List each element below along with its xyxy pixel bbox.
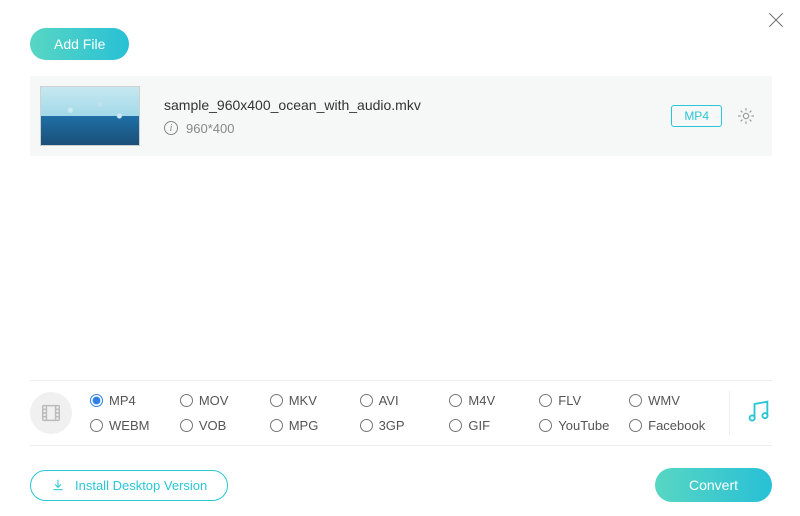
format-radio[interactable] <box>449 394 462 407</box>
audio-mode-button[interactable] <box>744 397 772 430</box>
convert-label: Convert <box>689 477 738 493</box>
format-panel: MP4 MOV MKV AVI M4V FLV WMV WEBM VOB MPG 3GP GIF You… <box>30 380 772 446</box>
add-file-button[interactable]: Add File <box>30 28 129 60</box>
file-thumbnail[interactable] <box>40 86 140 146</box>
format-option-label: M4V <box>468 393 495 408</box>
format-option-gif[interactable]: GIF <box>449 418 535 433</box>
format-radio[interactable] <box>360 394 373 407</box>
gear-icon <box>736 106 756 126</box>
file-resolution: 960*400 <box>186 121 234 136</box>
close-icon <box>766 10 786 30</box>
format-option-label: MP4 <box>109 393 136 408</box>
format-option-label: GIF <box>468 418 490 433</box>
format-option-mkv[interactable]: MKV <box>270 393 356 408</box>
format-option-facebook[interactable]: Facebook <box>629 418 715 433</box>
download-icon <box>51 478 65 492</box>
file-name: sample_960x400_ocean_with_audio.mkv <box>164 97 671 113</box>
format-option-label: WMV <box>648 393 680 408</box>
format-option-label: VOB <box>199 418 226 433</box>
install-desktop-button[interactable]: Install Desktop Version <box>30 470 228 501</box>
format-radio[interactable] <box>539 394 552 407</box>
format-option-label: FLV <box>558 393 581 408</box>
format-radio[interactable] <box>449 419 462 432</box>
music-icon <box>744 397 772 425</box>
format-option-label: Facebook <box>648 418 705 433</box>
film-icon <box>40 402 62 424</box>
format-radio[interactable] <box>539 419 552 432</box>
format-radio[interactable] <box>90 419 103 432</box>
format-radio[interactable] <box>180 419 193 432</box>
format-radio[interactable] <box>180 394 193 407</box>
format-grid: MP4 MOV MKV AVI M4V FLV WMV WEBM VOB MPG 3GP GIF You… <box>90 393 715 433</box>
file-info: sample_960x400_ocean_with_audio.mkv i 96… <box>140 97 671 136</box>
format-radio[interactable] <box>629 394 642 407</box>
format-option-label: MKV <box>289 393 317 408</box>
format-radio[interactable] <box>270 394 283 407</box>
format-radio[interactable] <box>270 419 283 432</box>
format-option-label: MOV <box>199 393 229 408</box>
format-option-m4v[interactable]: M4V <box>449 393 535 408</box>
separator <box>729 391 730 435</box>
target-format-badge[interactable]: MP4 <box>671 105 722 127</box>
format-option-mov[interactable]: MOV <box>180 393 266 408</box>
add-file-label: Add File <box>54 36 105 52</box>
format-option-label: 3GP <box>379 418 405 433</box>
settings-button[interactable] <box>736 106 756 126</box>
format-option-avi[interactable]: AVI <box>360 393 446 408</box>
close-button[interactable] <box>766 10 786 30</box>
format-option-webm[interactable]: WEBM <box>90 418 176 433</box>
format-radio[interactable] <box>629 419 642 432</box>
format-option-vob[interactable]: VOB <box>180 418 266 433</box>
video-mode-button[interactable] <box>30 392 72 434</box>
format-option-flv[interactable]: FLV <box>539 393 625 408</box>
format-option-label: AVI <box>379 393 399 408</box>
format-radio[interactable] <box>360 419 373 432</box>
format-option-3gp[interactable]: 3GP <box>360 418 446 433</box>
file-row: sample_960x400_ocean_with_audio.mkv i 96… <box>30 76 772 156</box>
file-meta: i 960*400 <box>164 121 671 136</box>
format-option-label: WEBM <box>109 418 149 433</box>
format-radio[interactable] <box>90 394 103 407</box>
convert-button[interactable]: Convert <box>655 468 772 502</box>
format-option-mp4[interactable]: MP4 <box>90 393 176 408</box>
bottom-bar: Install Desktop Version Convert <box>30 468 772 502</box>
install-desktop-label: Install Desktop Version <box>75 478 207 493</box>
format-option-label: MPG <box>289 418 319 433</box>
format-option-youtube[interactable]: YouTube <box>539 418 625 433</box>
info-icon[interactable]: i <box>164 121 178 135</box>
format-option-wmv[interactable]: WMV <box>629 393 715 408</box>
format-option-mpg[interactable]: MPG <box>270 418 356 433</box>
format-option-label: YouTube <box>558 418 609 433</box>
